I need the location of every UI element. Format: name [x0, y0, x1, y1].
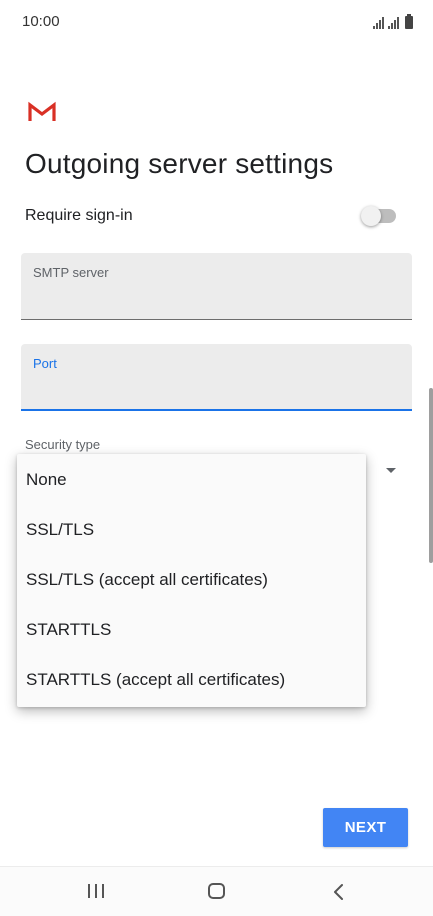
field-underline — [21, 409, 412, 411]
port-field[interactable]: Port — [21, 344, 412, 411]
port-label: Port — [33, 356, 57, 371]
signal-icon — [373, 17, 384, 29]
smtp-server-field[interactable]: SMTP server — [21, 253, 412, 320]
back-icon[interactable] — [330, 882, 348, 902]
menu-item-ssl-tls[interactable]: SSL/TLS — [17, 505, 366, 555]
menu-item-starttls-accept-all[interactable]: STARTTLS (accept all certificates) — [17, 655, 366, 705]
signal-icon — [388, 17, 399, 29]
security-type-menu: None SSL/TLS SSL/TLS (accept all certifi… — [17, 454, 366, 707]
require-signin-toggle[interactable] — [361, 206, 396, 226]
status-icons — [373, 13, 413, 29]
navigation-bar — [0, 866, 433, 916]
toggle-thumb — [361, 206, 381, 226]
gmail-icon — [28, 101, 56, 121]
dropdown-arrow-icon[interactable] — [386, 468, 396, 473]
require-signin-label: Require sign-in — [25, 207, 133, 224]
security-type-label: Security type — [25, 437, 101, 452]
menu-item-none[interactable]: None — [17, 455, 366, 505]
require-signin-row: Require sign-in — [25, 205, 400, 229]
recent-apps-icon[interactable] — [88, 884, 104, 898]
page-title: Outgoing server settings — [25, 148, 334, 179]
menu-item-starttls[interactable]: STARTTLS — [17, 605, 366, 655]
smtp-server-label: SMTP server — [33, 265, 109, 280]
status-time: 10:00 — [22, 13, 60, 30]
next-button[interactable]: NEXT — [323, 808, 408, 847]
scrollbar[interactable] — [429, 388, 433, 563]
battery-icon — [405, 14, 413, 29]
home-icon[interactable] — [208, 883, 225, 899]
field-underline — [21, 319, 412, 320]
status-bar: 10:00 — [0, 0, 433, 44]
menu-item-ssl-tls-accept-all[interactable]: SSL/TLS (accept all certificates) — [17, 555, 366, 605]
